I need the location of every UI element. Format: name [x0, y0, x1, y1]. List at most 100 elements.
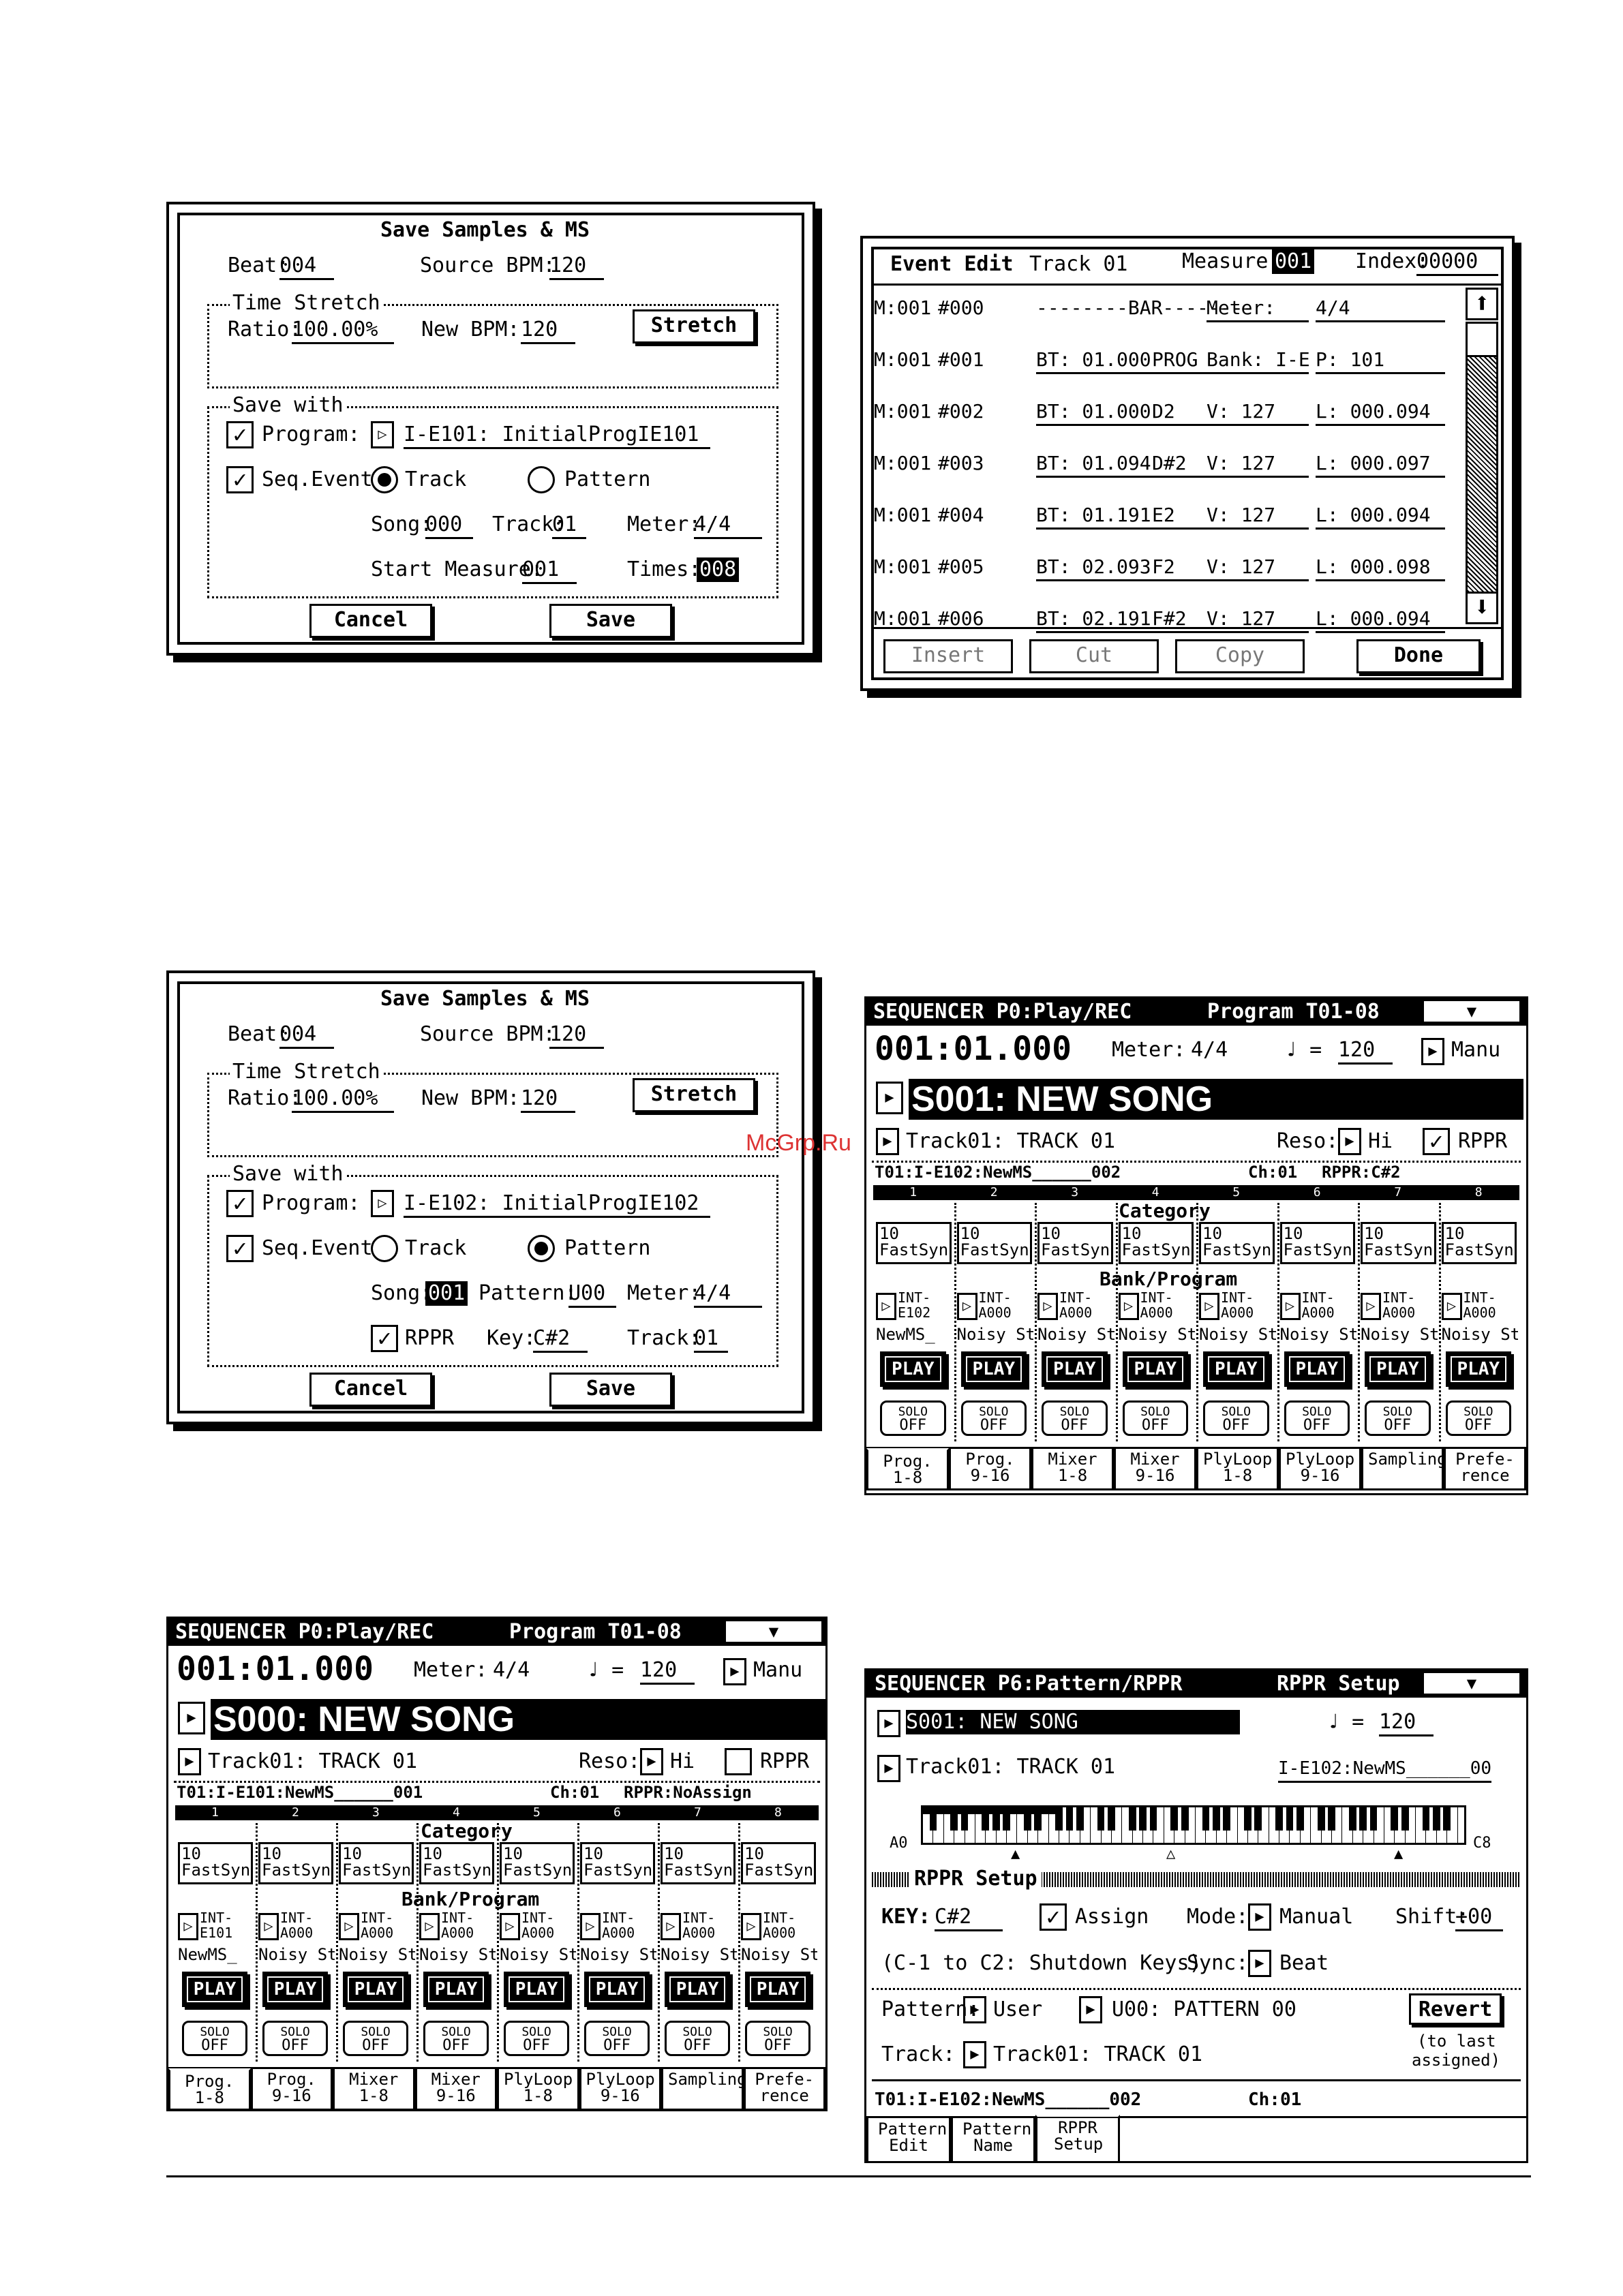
tempo-mode-select[interactable]: Manu [1451, 1038, 1500, 1062]
seq-event-checkbox[interactable]: ✓ [226, 1235, 254, 1262]
solo-toggle[interactable]: SOLO OFF [745, 2021, 810, 2056]
tab-4[interactable]: Mixer 9-16 [414, 2068, 497, 2111]
tab-8[interactable]: Prefe- rence [743, 2068, 825, 2111]
tab-5[interactable]: PlyLoop 1-8 [497, 2068, 579, 2111]
category-select[interactable]: 10 FastSyn [1037, 1222, 1113, 1264]
pattern-select[interactable]: U00: PATTERN 00 [1112, 1997, 1296, 2022]
tab-1[interactable]: Prog. 1-8 [866, 1448, 949, 1490]
tempo-mode-popup-arrow-icon[interactable]: ▶ [1421, 1038, 1444, 1065]
rppr-checkbox[interactable]: ✓ [371, 1325, 398, 1352]
tab-4[interactable]: Mixer 9-16 [1114, 1448, 1196, 1490]
bank-popup-arrow-icon[interactable]: ▷ [876, 1293, 896, 1320]
bank-popup-arrow-icon[interactable]: ▷ [1118, 1293, 1139, 1320]
category-select[interactable]: 10 FastSyn [339, 1842, 414, 1884]
song-popup-arrow-icon[interactable]: ▶ [877, 1710, 900, 1737]
bank-program-value[interactable]: INT- E102 [898, 1290, 952, 1320]
song-popup-arrow-icon[interactable]: ▶ [178, 1702, 205, 1734]
bank-program-value[interactable]: INT- A000 [441, 1910, 494, 1940]
play-button[interactable]: PLAY [880, 1351, 946, 1387]
page-menu-button[interactable]: ▼ [1424, 1001, 1519, 1022]
rppr-checkbox[interactable] [725, 1748, 752, 1775]
tab-pattern-name[interactable]: Pattern Name [951, 2118, 1035, 2163]
event-row[interactable]: M:001 #001 BT: 01.000 PROG Bank: I-E P: 101 [863, 345, 1456, 379]
scrollbar-thumb[interactable] [1466, 322, 1498, 357]
play-button[interactable]: PLAY [182, 1972, 247, 2007]
program-checkbox[interactable]: ✓ [226, 421, 254, 448]
event-row[interactable]: M:001 #005 BT: 02.093 F2 V: 127 L: 000.098 [863, 552, 1456, 586]
rppr-track-popup-arrow-icon[interactable]: ▶ [963, 2041, 986, 2068]
solo-toggle[interactable]: SOLO OFF [262, 2021, 328, 2056]
track-popup-arrow-icon[interactable]: ▶ [876, 1128, 899, 1155]
bank-program-value[interactable]: INT- A000 [1221, 1290, 1275, 1320]
solo-toggle[interactable]: SOLO OFF [1122, 1400, 1188, 1436]
tempo-field[interactable]: 120 [640, 1658, 695, 1685]
done-button[interactable]: Done [1356, 639, 1481, 673]
index-field[interactable]: 00000 [1416, 249, 1498, 276]
tab-6[interactable]: PlyLoop 9-16 [1279, 1448, 1361, 1490]
solo-toggle[interactable]: SOLO OFF [880, 1400, 946, 1436]
new-bpm-field[interactable]: 120 [521, 1086, 575, 1113]
bank-program-value[interactable]: INT- A000 [280, 1910, 333, 1940]
tab-5[interactable]: PlyLoop 1-8 [1196, 1448, 1279, 1490]
mode-select[interactable]: Manual [1279, 1905, 1353, 1929]
insert-button[interactable]: Insert [883, 639, 1013, 673]
tab-6[interactable]: PlyLoop 9-16 [579, 2068, 661, 2111]
track-popup-arrow-icon[interactable]: ▶ [178, 1748, 201, 1775]
play-button[interactable]: PLAY [584, 1972, 650, 2007]
bank-popup-arrow-icon[interactable]: ▷ [1037, 1293, 1058, 1320]
bank-program-value[interactable]: INT- A000 [1463, 1290, 1517, 1320]
cancel-button[interactable]: Cancel [309, 1373, 432, 1407]
bank-popup-arrow-icon[interactable]: ▷ [339, 1913, 359, 1940]
reso-popup-arrow-icon[interactable]: ▶ [640, 1748, 663, 1775]
location-readout[interactable]: 001:01.000 [875, 1030, 1072, 1068]
page-menu-button[interactable]: ▼ [1424, 1673, 1519, 1694]
key-field[interactable]: C#2 [533, 1326, 588, 1353]
solo-toggle[interactable]: SOLO OFF [584, 2021, 650, 2056]
category-select[interactable]: 10 FastSyn [1118, 1222, 1194, 1264]
solo-toggle[interactable]: SOLO OFF [1445, 1400, 1511, 1436]
solo-toggle[interactable]: SOLO OFF [343, 2021, 408, 2056]
solo-toggle[interactable]: SOLO OFF [1042, 1400, 1108, 1436]
times-field[interactable]: 008 [697, 557, 740, 582]
tab-2[interactable]: Prog. 9-16 [949, 1448, 1031, 1490]
program-popup-arrow-icon[interactable]: ▷ [371, 1190, 394, 1217]
solo-toggle[interactable]: SOLO OFF [665, 2021, 730, 2056]
track-select[interactable]: Track01: TRACK 01 [906, 1129, 1115, 1154]
save-button[interactable]: Save [549, 604, 672, 638]
tab-rppr-setup[interactable]: RPPR Setup [1035, 2115, 1120, 2163]
category-select[interactable]: 10 FastSyn [1361, 1222, 1436, 1264]
bank-program-value[interactable]: INT- A000 [602, 1910, 655, 1940]
bank-program-value[interactable]: INT- A000 [979, 1290, 1033, 1320]
tab-2[interactable]: Prog. 9-16 [250, 2068, 333, 2111]
page-menu-button[interactable]: ▼ [726, 1621, 821, 1642]
scroll-down-arrow-icon[interactable]: ⬇ [1466, 592, 1498, 624]
event-row[interactable]: M:001 #000 --------BAR-------- Meter: 4/4 [863, 293, 1456, 327]
category-select[interactable]: 10 FastSyn [876, 1222, 952, 1264]
pattern-field[interactable]: U00 [568, 1281, 616, 1308]
sync-popup-arrow-icon[interactable]: ▶ [1248, 1950, 1271, 1977]
cut-button[interactable]: Cut [1029, 639, 1159, 673]
play-button[interactable]: PLAY [504, 1972, 569, 2007]
start-measure-field[interactable]: 001 [522, 557, 577, 584]
beat-field[interactable]: 004 [279, 254, 334, 280]
play-button[interactable]: PLAY [423, 1972, 489, 2007]
source-bpm-field[interactable]: 120 [549, 254, 604, 280]
play-button[interactable]: PLAY [1042, 1351, 1108, 1387]
solo-toggle[interactable]: SOLO OFF [1203, 1400, 1269, 1436]
meter-field[interactable]: 4/4 [1191, 1038, 1228, 1062]
category-select[interactable]: 10 FastSyn [500, 1842, 575, 1884]
tab-7[interactable]: Sampling [661, 2068, 747, 2111]
play-button[interactable]: PLAY [343, 1972, 408, 2007]
play-button[interactable]: PLAY [1445, 1351, 1511, 1387]
bank-popup-arrow-icon[interactable]: ▷ [741, 1913, 761, 1940]
tab-3[interactable]: Mixer 1-8 [1031, 1448, 1114, 1490]
bank-program-value[interactable]: INT- A000 [521, 1910, 575, 1940]
bank-program-value[interactable]: INT- A000 [361, 1910, 414, 1940]
track-popup-arrow-icon[interactable]: ▶ [877, 1755, 900, 1782]
song-field[interactable]: S001: NEW SONG [906, 1710, 1240, 1734]
solo-toggle[interactable]: SOLO OFF [1284, 1400, 1350, 1436]
track-select[interactable]: Track01: TRACK 01 [208, 1749, 417, 1774]
play-button[interactable]: PLAY [1203, 1351, 1269, 1387]
bank-popup-arrow-icon[interactable]: ▷ [661, 1913, 681, 1940]
category-select[interactable]: 10 FastSyn [1279, 1222, 1355, 1264]
